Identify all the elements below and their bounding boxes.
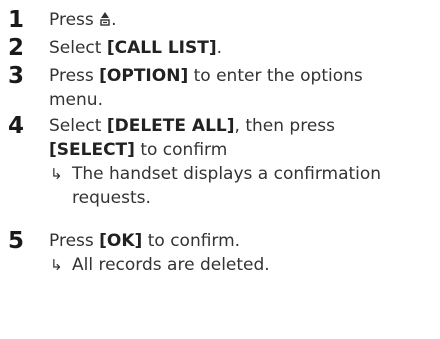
step-text-line2: [SELECT] to confirm [49, 139, 227, 161]
step-text: Select [DELETE ALL], then press [49, 115, 335, 137]
key-label: [OK] [99, 231, 143, 251]
key-label: [SELECT] [49, 140, 135, 160]
step-number: 5 [8, 228, 25, 254]
step-text: Press [OPTION] to enter the options [49, 65, 363, 87]
key-label: [DELETE ALL] [106, 116, 235, 136]
step-text-line2: menu. [49, 90, 103, 110]
step-number: 1 [8, 7, 25, 33]
step-number: 2 [8, 35, 25, 61]
step-suffix: to confirm. [142, 231, 241, 251]
step-prefix: Press [49, 10, 100, 30]
step-suffix: to confirm [134, 140, 228, 160]
step-suffix: , then press [234, 116, 335, 136]
step-prefix: Press [49, 231, 100, 251]
step-suffix: . [111, 10, 117, 30]
step-text: Press [OK] to confirm. [49, 230, 240, 252]
step-number: 4 [8, 113, 25, 139]
step-suffix: . [216, 38, 223, 58]
key-label: [OPTION] [99, 66, 189, 86]
result-text-line2: requests. [72, 188, 151, 208]
step-text: Press . [49, 9, 117, 31]
up-down-arrow-icon [100, 12, 110, 26]
step-prefix: Select [49, 116, 107, 136]
step-number: 3 [8, 63, 25, 89]
right-hook-arrow-icon: ↳ [50, 165, 63, 183]
result-text: All records are deleted. [72, 255, 270, 275]
step-prefix: Select [49, 38, 107, 58]
step-suffix: to enter the options [188, 66, 363, 86]
result-text: The handset displays a confirmation [72, 164, 382, 184]
step-text: Select [CALL LIST]. [49, 37, 222, 59]
right-hook-arrow-icon: ↳ [50, 256, 63, 274]
step-prefix: Press [49, 66, 100, 86]
key-label: [CALL LIST] [106, 38, 217, 58]
